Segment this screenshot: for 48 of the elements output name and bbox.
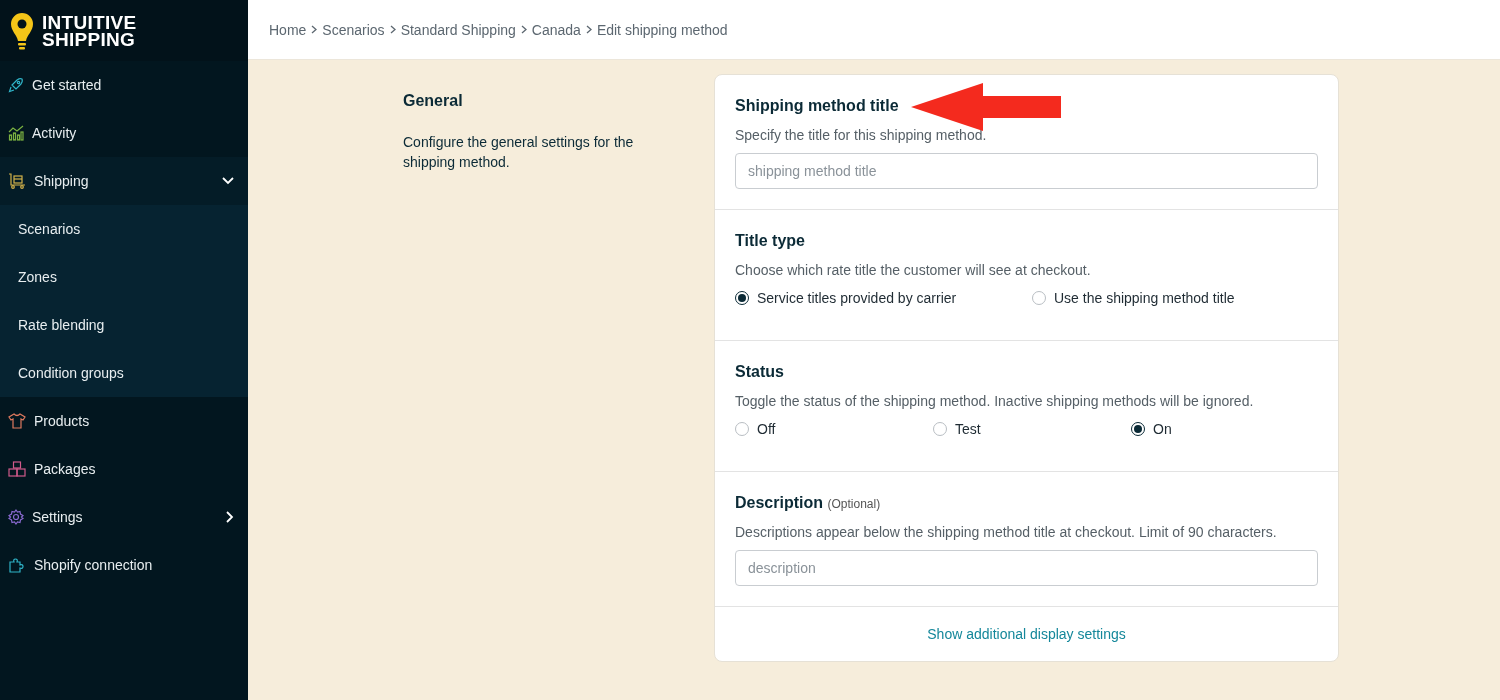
chevron-right-icon (389, 25, 396, 34)
sidebar-item[interactable]: Shopify connection (0, 541, 248, 589)
text-field[interactable]: description (735, 550, 1318, 586)
field-title: Description (Optional) (735, 494, 882, 512)
sidebar-subitem[interactable]: Scenarios (0, 205, 248, 253)
field-hint: Toggle the status of the shipping method. Inactive shipping methods will be ignored. (735, 393, 1255, 409)
lightbulb-pin-icon (8, 10, 36, 51)
sidebar-subitem[interactable]: Zones (0, 253, 248, 301)
field-hint: Specify the title for this shipping method. (735, 127, 988, 143)
sidebar-item[interactable]: Shipping (0, 157, 248, 205)
sidebar-item[interactable]: Activity (0, 109, 248, 157)
radio-option[interactable]: Service titles provided by carrier (735, 290, 1032, 306)
field-hint: Choose which rate title the customer will see at checkout. (735, 262, 1092, 278)
breadcrumb-link[interactable]: Standard Shipping (400, 21, 516, 38)
chevron-right-icon (520, 25, 527, 34)
breadcrumb-link[interactable]: Scenarios (322, 21, 385, 38)
text-field[interactable]: shipping method title (735, 153, 1318, 189)
field-title: Shipping method title (735, 97, 900, 115)
field-title: Status (735, 363, 785, 381)
radio-option[interactable]: Test (933, 421, 1131, 437)
sidebar-item[interactable]: Products (0, 397, 248, 445)
sidebar-subitem[interactable]: Condition groups (0, 349, 248, 397)
breadcrumb-link[interactable]: Edit shipping method (596, 21, 728, 38)
show-settings-link[interactable]: Show additional display settings (927, 626, 1126, 642)
section-description: Configure the general settings for the shipping method. (403, 133, 635, 172)
field-title: Title type (735, 232, 806, 250)
chart-icon (8, 125, 24, 141)
boxes-icon (8, 461, 26, 477)
shirt-icon (8, 413, 26, 429)
gear-icon (8, 509, 24, 525)
radio-option[interactable]: Off (735, 421, 933, 437)
logo-text: INTUITIVE SHIPPING (42, 13, 137, 48)
chevron-right-icon (585, 25, 592, 34)
chevron-right-icon (226, 511, 234, 523)
chevron-right-icon (311, 25, 318, 34)
sidebar-subitem[interactable]: Rate blending (0, 301, 248, 349)
radio-option[interactable]: Use the shipping method title (1032, 290, 1329, 306)
sidebar-item[interactable]: Packages (0, 445, 248, 493)
breadcrumb-link[interactable]: Home (269, 21, 307, 38)
breadcrumb-link[interactable]: Canada (531, 21, 581, 38)
sidebar-item[interactable]: Settings (0, 493, 248, 541)
field-hint: Descriptions appear below the shipping method title at checkout. Limit of 90 characters. (735, 524, 1278, 540)
sidebar-item[interactable]: Get started (0, 61, 248, 109)
section-title: General (403, 92, 464, 110)
truck-icon (8, 173, 26, 189)
chevron-down-icon (222, 177, 234, 185)
radio-option[interactable]: On (1131, 421, 1329, 437)
puzzle-icon (8, 557, 26, 573)
